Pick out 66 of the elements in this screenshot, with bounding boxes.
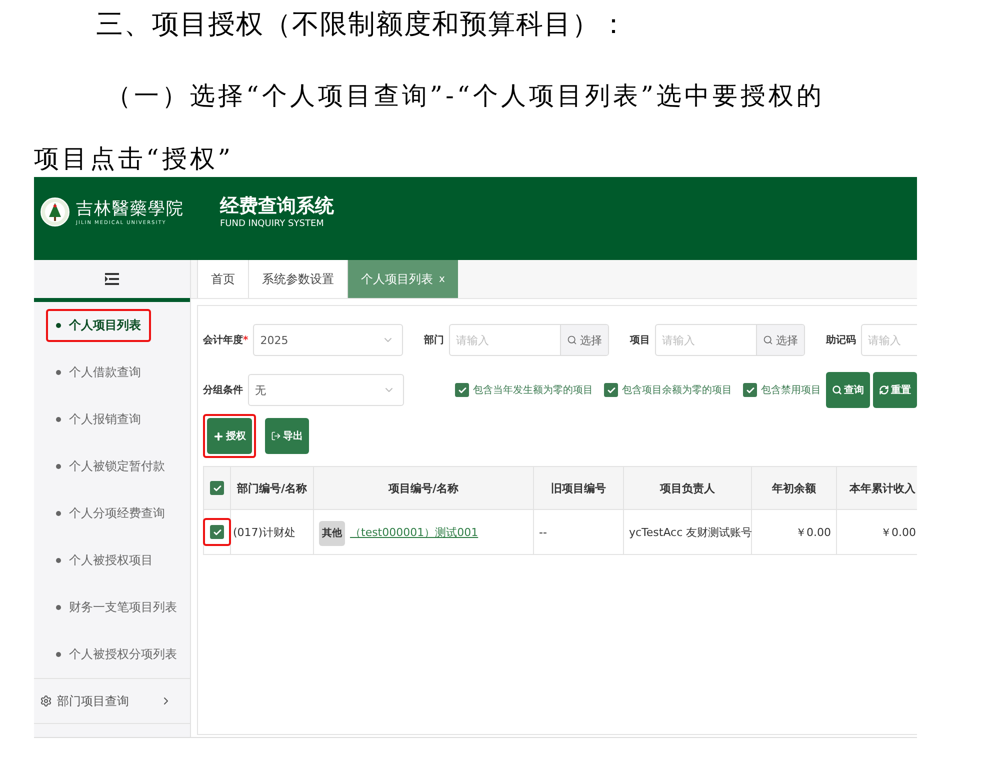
column-header: 年初余额 (752, 466, 836, 510)
field-label: 分组条件 (203, 384, 243, 397)
option-label: 包含禁用项目 (761, 384, 821, 397)
category-tag: 其他 (319, 520, 345, 546)
select-button[interactable]: 选择 (560, 325, 608, 355)
check-icon (746, 386, 754, 394)
group-select[interactable]: 无 (248, 374, 404, 406)
field-label: 部门 (424, 333, 444, 347)
check-icon (458, 386, 466, 394)
tab[interactable]: 首页 (197, 260, 248, 298)
check-icon (606, 386, 616, 394)
project-link[interactable]: （test000001）测试001 (350, 526, 478, 538)
search-icon (832, 385, 842, 395)
check-icon (212, 484, 222, 492)
refresh-icon (879, 385, 889, 395)
document-heading: 三、项目授权（不限制额度和预算科目）： (95, 8, 629, 42)
search-button[interactable]: 查询 (826, 372, 870, 408)
column-header: 项目负责人 (624, 466, 752, 510)
export-button[interactable]: 导出 (265, 418, 309, 454)
table-cell: (017)计财处 (230, 510, 314, 554)
row-checkbox[interactable] (210, 525, 224, 539)
tab[interactable]: 个人项目列表 x (347, 260, 458, 298)
column-header: 项目编号/名称 (314, 466, 534, 510)
sidebar-item[interactable]: 个人项目列表 (48, 311, 149, 340)
search-icon (567, 335, 578, 345)
search-icon (763, 335, 774, 345)
system-title: 经费查询系统 (220, 194, 334, 218)
checkbox[interactable] (743, 383, 757, 397)
input-field[interactable]: 请输入 选择 (449, 324, 610, 356)
field-label: 助记码 (826, 334, 856, 347)
settings-icon (40, 695, 52, 707)
sidebar-group[interactable]: 部门项目查询 (34, 678, 190, 724)
option-label: 包含项目余额为零的项目 (622, 384, 732, 397)
table-cell: ycTestAcc 友财测试账号 (624, 510, 752, 554)
year-select[interactable]: 2025 (253, 324, 404, 356)
export-icon (271, 431, 281, 441)
checkbox[interactable] (604, 383, 618, 397)
tab[interactable]: 系统参数设置 (248, 260, 347, 298)
column-header: 旧项目编号 (534, 466, 624, 510)
authorize-button[interactable]: 授权 (207, 418, 252, 454)
field-label: 会计年度* (203, 333, 248, 347)
sidebar-item[interactable]: 个人被授权项目 (48, 546, 161, 575)
checkbox[interactable] (455, 383, 469, 397)
sidebar-item[interactable]: 财务一支笔项目列表 (48, 593, 185, 622)
menu-icon[interactable] (105, 273, 119, 285)
option-label: 包含当年发生额为零的项目 (473, 384, 593, 397)
input-field[interactable]: 请输入 选择 (655, 324, 806, 356)
table-cell: -- (534, 510, 624, 554)
select-button[interactable]: 选择 (756, 325, 804, 355)
system-subtitle: FUND INQUIRY SYSTEM (220, 218, 325, 228)
select-all-checkbox[interactable] (210, 481, 224, 495)
reset-button[interactable]: 重置 (873, 372, 917, 408)
field-label: 项目 (630, 334, 650, 347)
plus-icon (213, 430, 224, 442)
column-header: 本年累计收入 (836, 466, 917, 510)
sidebar-item[interactable]: 个人报销查询 (48, 405, 149, 434)
column-header: 部门编号/名称 (230, 466, 314, 510)
sidebar-item[interactable]: 个人借款查询 (48, 358, 149, 387)
logo-name: 吉林醫藥學院 (76, 198, 184, 220)
document-paragraph: （一）选择“个人项目查询”-“个人项目列表”选中要授权的项目点击“授权” (34, 80, 826, 175)
emblem-icon (40, 196, 70, 226)
sidebar-item[interactable]: 个人被授权分项列表 (48, 640, 185, 669)
sidebar-item[interactable]: 个人分项经费查询 (48, 499, 173, 528)
table-cell: ￥0.00 (752, 510, 836, 554)
check-icon (212, 528, 222, 536)
sidebar-item[interactable]: 个人被锁定暂付款 (48, 452, 173, 481)
